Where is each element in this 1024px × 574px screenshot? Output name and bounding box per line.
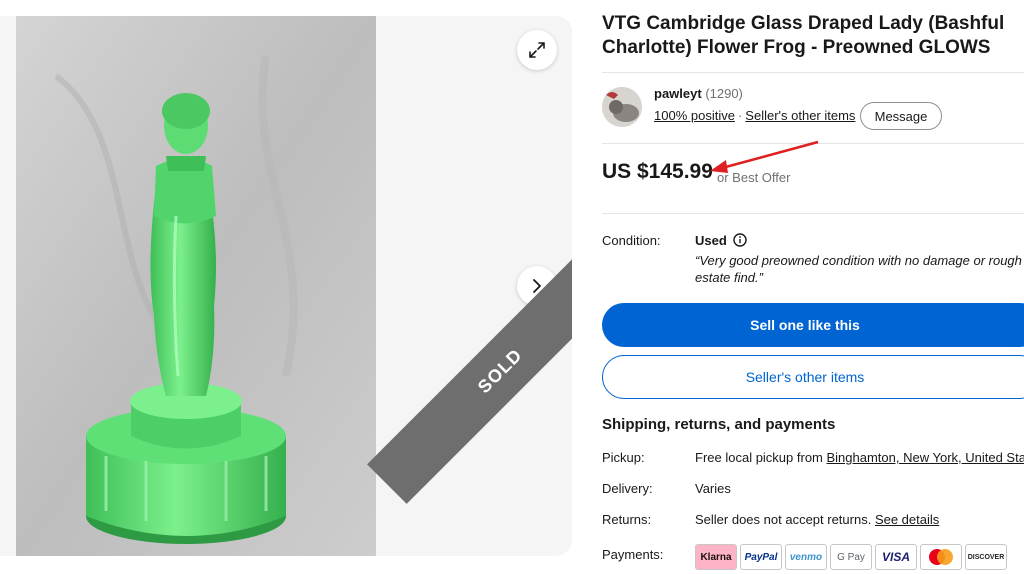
- seller-username[interactable]: pawleyt: [654, 86, 702, 101]
- positive-feedback-link[interactable]: 100% positive: [654, 108, 735, 123]
- shipping-section-title: Shipping, returns, and payments: [602, 416, 836, 433]
- pickup-location-link[interactable]: Binghamton, New York, United State: [827, 450, 1024, 465]
- condition-description: “Very good preowned condition with no da…: [695, 253, 1022, 285]
- info-icon[interactable]: [733, 233, 747, 247]
- price: US $145.99: [602, 160, 713, 183]
- seller-name[interactable]: pawleyt (1290): [654, 86, 743, 101]
- paypal-icon: PayPal: [740, 544, 782, 570]
- mastercard-icon: [920, 544, 962, 570]
- klarna-icon: Klarna: [695, 544, 737, 570]
- condition-value: Used: [695, 233, 727, 248]
- product-photo[interactable]: [16, 16, 376, 556]
- returns-value: Seller does not accept returns. See deta…: [695, 512, 939, 527]
- venmo-icon: venmo: [785, 544, 827, 570]
- sellers-other-items-button[interactable]: Seller's other items: [602, 355, 1024, 399]
- pickup-label: Pickup:: [602, 450, 645, 465]
- separator-dot: ·: [737, 108, 743, 123]
- feedback-count: (1290): [705, 86, 743, 101]
- message-button[interactable]: Message: [860, 102, 942, 130]
- sell-one-like-this-button[interactable]: Sell one like this: [602, 303, 1024, 347]
- seller-avatar[interactable]: [602, 87, 642, 127]
- payments-label: Payments:: [602, 547, 664, 562]
- see-details-link[interactable]: See details: [875, 512, 939, 527]
- visa-icon: VISA: [875, 544, 917, 570]
- avatar-image: [602, 87, 642, 127]
- delivery-label: Delivery:: [602, 481, 653, 496]
- divider: [602, 213, 1024, 214]
- image-gallery: SOLD: [0, 16, 572, 556]
- returns-label: Returns:: [602, 512, 652, 527]
- item-title: VTG Cambridge Glass Draped Lady (Bashful…: [602, 13, 1005, 58]
- divider: [602, 72, 1024, 73]
- glass-figurine-image: [16, 16, 376, 556]
- payment-methods: Klarna PayPal venmo G Pay VISA DISCOVER: [695, 544, 1007, 570]
- condition-label: Condition:: [602, 233, 661, 248]
- delivery-value: Varies: [695, 481, 731, 496]
- expand-icon: [529, 42, 545, 58]
- seller-links: 100% positive·Seller's other items·: [654, 108, 866, 123]
- google-pay-icon: G Pay: [830, 544, 872, 570]
- annotation-arrow-icon: [710, 140, 819, 173]
- discover-icon: DISCOVER: [965, 544, 1007, 570]
- expand-button[interactable]: [517, 30, 557, 70]
- sold-badge-text: SOLD: [473, 344, 526, 397]
- mastercard-circles: [929, 549, 953, 565]
- returns-text: Seller does not accept returns.: [695, 512, 875, 527]
- pickup-text: Free local pickup from: [695, 450, 827, 465]
- pickup-value: Free local pickup from Binghamton, New Y…: [695, 450, 1024, 465]
- seller-other-items-link[interactable]: Seller's other items: [745, 108, 855, 123]
